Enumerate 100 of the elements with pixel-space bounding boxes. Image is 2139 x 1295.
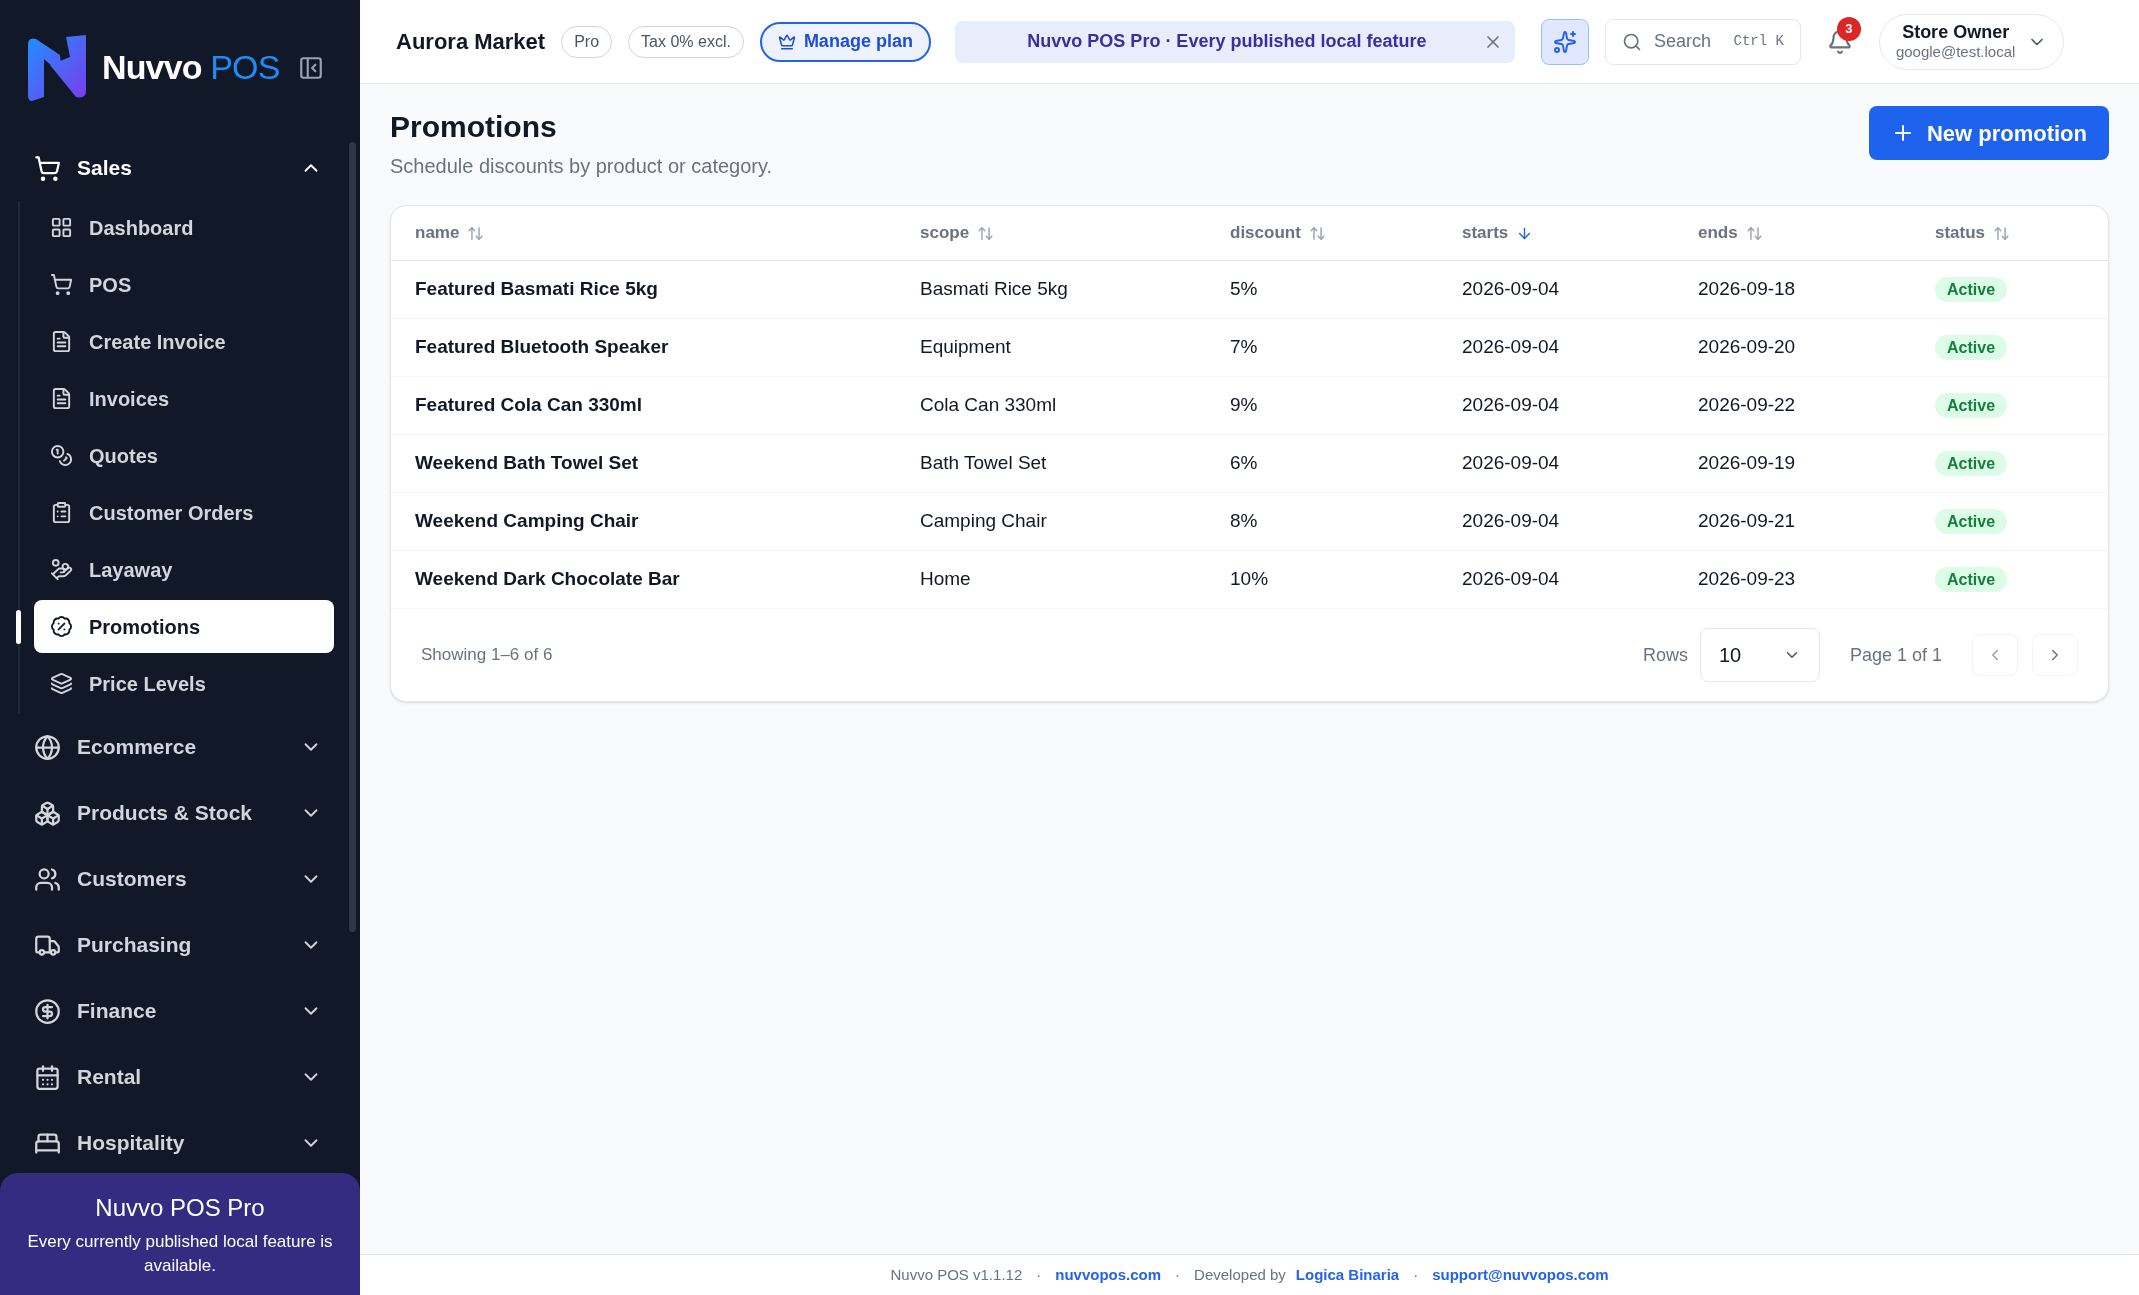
layers-icon xyxy=(50,672,73,695)
promo-title: Nuvvo POS Pro xyxy=(95,1193,265,1223)
footer-link[interactable]: Logica Binaria xyxy=(1295,1263,1400,1287)
manage-plan-button[interactable]: Manage plan xyxy=(759,21,931,62)
status-badge: Active xyxy=(1935,450,2008,476)
table-cell-text: 2026-09-20 xyxy=(1698,335,1797,360)
coins-icon xyxy=(50,444,73,467)
store-name: Aurora Market xyxy=(396,28,546,56)
sidebar-group[interactable]: Hospitality xyxy=(22,1110,334,1173)
table-cell-text: 5% xyxy=(1230,277,1259,302)
table-cell-text: Weekend Dark Chocolate Bar xyxy=(415,567,681,592)
sidebar-group[interactable]: Purchasing xyxy=(22,912,334,978)
separator-dot: · xyxy=(1035,1264,1043,1285)
search-field[interactable]: Search Ctrl K xyxy=(1604,18,1801,65)
crown-icon xyxy=(777,32,796,51)
table-cell-text: Equipment xyxy=(920,335,1012,360)
footer-text: Nuvvo POS v1.1.12 xyxy=(890,1264,1023,1285)
table-cell-text: Weekend Camping Chair xyxy=(415,509,640,534)
footer-link[interactable]: nuvvopos.com xyxy=(1055,1263,1162,1287)
table-cell-text: Cola Can 330ml xyxy=(920,393,1058,418)
column-header[interactable]: scope xyxy=(920,220,1230,246)
grid-icon xyxy=(50,216,73,239)
status-badge: Active xyxy=(1935,276,2008,302)
table-cell-text: 6% xyxy=(1230,451,1259,476)
sidebar-group[interactable]: Rental xyxy=(22,1044,334,1110)
sidebar-group[interactable]: Finance xyxy=(22,978,334,1044)
sidebar-group[interactable]: Sales xyxy=(22,135,334,201)
sidebar-group[interactable]: Products & Stock xyxy=(22,780,334,846)
active-indicator xyxy=(16,610,21,644)
column-header[interactable]: status xyxy=(1935,220,2084,246)
clipboard-icon xyxy=(50,501,73,524)
table-cell-text: Featured Basmati Rice 5kg xyxy=(415,277,659,302)
calendar-icon xyxy=(34,1063,61,1091)
page-title: Promotions xyxy=(390,109,558,145)
sidebar-item[interactable]: Invoices xyxy=(34,372,334,425)
table-cell-text: 2026-09-04 xyxy=(1462,509,1561,534)
table-cell-text: 2026-09-04 xyxy=(1462,335,1561,360)
table-cell-text: 2026-09-04 xyxy=(1462,393,1561,418)
table-cell-text: Featured Cola Can 330ml xyxy=(415,393,644,418)
table-cell-text: Weekend Bath Towel Set xyxy=(415,451,640,476)
sidebar-item[interactable]: Customer Orders xyxy=(34,486,334,539)
sidebar-item[interactable]: Promotions xyxy=(34,600,334,653)
sidebar-item[interactable]: POS xyxy=(34,258,334,311)
sidebar-group[interactable]: Customers xyxy=(22,846,334,912)
scrollbar[interactable] xyxy=(349,142,356,932)
promo-text: Every currently published local feature is available. xyxy=(26,1231,334,1277)
table-cell-text: 2026-09-18 xyxy=(1698,277,1797,302)
cart-icon xyxy=(50,273,73,296)
footer-link[interactable]: support@nuvvopos.com xyxy=(1432,1263,1609,1287)
table-cell-text: Camping Chair xyxy=(920,509,1048,534)
sidebar-item[interactable]: Layaway xyxy=(34,543,334,596)
status-badge: Active xyxy=(1935,392,2008,418)
rows-select[interactable]: 10 xyxy=(1699,628,1820,682)
table-cell-text: 2026-09-22 xyxy=(1698,393,1797,418)
sidebar-item[interactable]: Price Levels xyxy=(34,657,334,710)
table-cell-text: 2026-09-21 xyxy=(1698,509,1797,534)
banner-text: Nuvvo POS Pro · Every published local feature xyxy=(1026,30,1428,53)
table-cell-text: Basmati Rice 5kg xyxy=(920,277,1069,302)
column-header[interactable]: name xyxy=(415,220,920,246)
table-cell-text: Bath Towel Set xyxy=(920,451,1048,476)
shortcut-hint: Ctrl K xyxy=(1733,32,1784,51)
new-promotion-button[interactable]: New promotion xyxy=(1868,106,2109,160)
search-placeholder: Search xyxy=(1653,30,1712,53)
table-cell-text: 9% xyxy=(1230,393,1259,418)
column-header[interactable]: discount xyxy=(1230,220,1462,246)
status-badge: Active xyxy=(1935,508,2008,534)
document-icon xyxy=(50,387,73,410)
sidebar-item[interactable]: Create Invoice xyxy=(34,315,334,368)
document-icon xyxy=(50,330,73,353)
table-cell-text: Home xyxy=(920,567,972,592)
page-indicator: Page 1 of 1 xyxy=(1849,643,1942,667)
table-cell-text: 2026-09-04 xyxy=(1462,567,1561,592)
search-icon xyxy=(1621,31,1642,52)
table-cell-text: 2026-09-19 xyxy=(1698,451,1797,476)
rows-label: Rows xyxy=(1642,643,1688,667)
hand-coins-icon xyxy=(50,558,73,581)
collapse-sidebar-icon[interactable] xyxy=(298,54,324,81)
table-cell-text: Featured Bluetooth Speaker xyxy=(415,335,670,360)
table-cell-text: 2026-09-04 xyxy=(1462,451,1561,476)
sparkles-icon xyxy=(1552,29,1577,54)
logo-text: Nuvvo POS xyxy=(102,47,280,88)
notification-count: 3 xyxy=(1836,16,1861,41)
table-cell-text: 8% xyxy=(1230,509,1259,534)
dollar-icon xyxy=(34,997,61,1025)
status-badge: Active xyxy=(1935,566,2008,592)
page-subtitle: Schedule discounts by product or category. xyxy=(390,154,773,179)
boxes-icon xyxy=(34,799,61,827)
column-header[interactable]: starts xyxy=(1462,220,1698,246)
globe-icon xyxy=(34,733,61,761)
sidebar-group[interactable]: Ecommerce xyxy=(22,714,334,780)
user-email: google@test.local xyxy=(1895,43,2016,63)
table-cell-text: 10% xyxy=(1230,567,1270,592)
sidebar-item[interactable]: Quotes xyxy=(34,429,334,482)
sidebar-item[interactable]: Dashboard xyxy=(34,201,334,254)
column-header[interactable]: ends xyxy=(1698,220,1935,246)
user-name: Store Owner xyxy=(1902,20,2010,44)
status-badge: Active xyxy=(1935,334,2008,360)
separator-dot: · xyxy=(1412,1264,1420,1285)
table-cell-text: 2026-09-04 xyxy=(1462,277,1561,302)
ai-assistant-button[interactable] xyxy=(1540,18,1589,65)
